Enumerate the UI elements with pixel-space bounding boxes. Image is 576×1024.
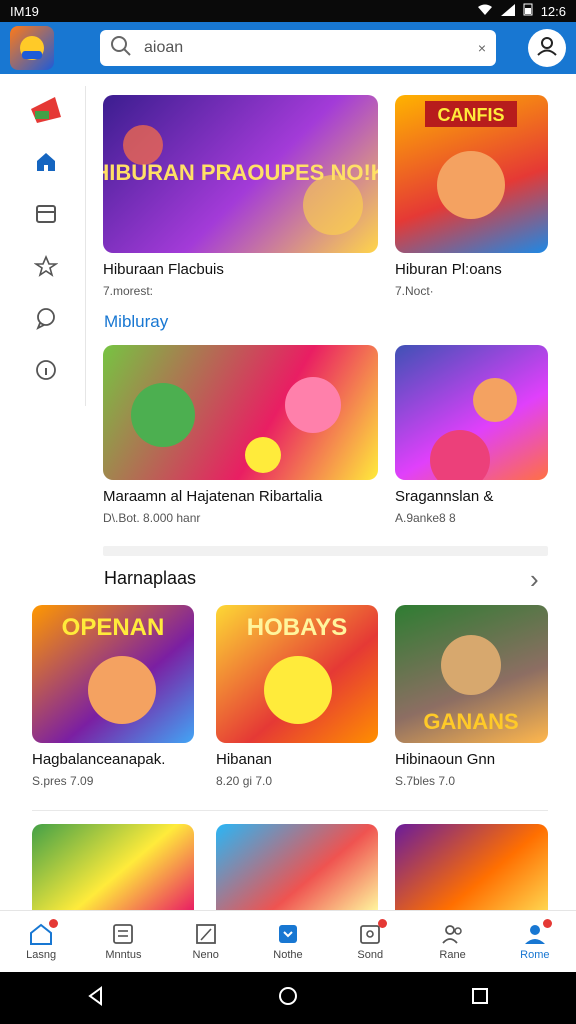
game-card[interactable] (32, 824, 194, 910)
tab-sond[interactable]: Sond (329, 911, 411, 972)
game-title: Hiburan Pl:oans (395, 261, 502, 278)
edit-icon (193, 922, 219, 949)
battery-icon (523, 3, 533, 19)
tab-label: Nothe (273, 949, 303, 961)
tab-label: Sond (357, 949, 384, 961)
tab-label: Mnntus (105, 949, 142, 961)
game-thumbnail: HOBAYS (216, 605, 378, 743)
status-time-right: 12:6 (540, 3, 566, 19)
game-title: Hibinaoun Gnn (395, 751, 496, 768)
info-icon (34, 358, 58, 387)
tab-label: Lasng (26, 949, 57, 961)
game-subtitle: S.pres 7.09 (32, 774, 94, 788)
sidebar (6, 86, 86, 406)
game-card[interactable] (216, 824, 378, 910)
game-card[interactable]: HIBURAN PRAOUPES NO!K Hiburaan Flacbuis … (103, 95, 378, 298)
profile-button[interactable] (528, 29, 566, 67)
search-input[interactable]: aioan (144, 39, 183, 57)
game-thumbnail (216, 824, 378, 910)
game-title: Sragannslan & (395, 488, 494, 505)
game-card[interactable] (395, 824, 548, 910)
game-subtitle: S.7bles 7.0 (395, 774, 456, 788)
thumbnail-art-text: CANFIS (438, 105, 505, 125)
notification-badge (49, 919, 59, 928)
system-nav-bar (0, 972, 576, 1024)
clear-icon[interactable]: × (478, 40, 486, 56)
game-subtitle: A.9anke8 8 (395, 511, 456, 525)
tab-label: Rane (439, 949, 466, 961)
sidebar-item-chat[interactable] (6, 294, 86, 346)
game-thumbnail: CANFIS (395, 95, 548, 253)
thumbnail-art-text: HIBURAN PRAOUPES NO!K (103, 160, 378, 185)
app-logo[interactable] (10, 26, 54, 70)
tab-mnntus[interactable]: Mnntus (82, 911, 164, 972)
game-thumbnail: OPENAN (32, 605, 194, 743)
sidebar-item-info[interactable] (6, 346, 86, 398)
home-icon (34, 150, 58, 179)
game-title: Hiburaan Flacbuis (103, 261, 224, 278)
notification-badge (542, 919, 552, 928)
game-subtitle: D\.Bot. 8.000 hanr (103, 511, 201, 525)
back-icon[interactable] (85, 985, 107, 1012)
thumbnail-art-text: OPENAN (62, 614, 165, 641)
wifi-icon (477, 4, 493, 19)
game-title: Hagbalanceanapak. (32, 751, 166, 768)
game-card[interactable]: GANANS Hibinaoun Gnn S.7bles 7.0 (395, 605, 548, 788)
game-subtitle: 7.morest: (103, 284, 154, 298)
star-icon (33, 254, 59, 283)
tab-neno[interactable]: Neno (165, 911, 247, 972)
recents-icon[interactable] (469, 985, 491, 1012)
notification-badge (378, 919, 388, 928)
chat-icon (34, 306, 58, 335)
game-thumbnail: GANANS (395, 605, 548, 743)
game-title: Hibanan (216, 751, 272, 768)
profile-icon (534, 33, 560, 64)
sidebar-item-cards[interactable] (6, 190, 86, 242)
game-thumbnail (395, 345, 548, 480)
game-subtitle: 7.Noct· (395, 284, 434, 298)
thumbnail-art-text: GANANS (423, 709, 518, 734)
tab-nothe[interactable]: Nothe (247, 911, 329, 972)
tab-label: Neno (192, 949, 219, 961)
chevron-right-icon[interactable]: › (530, 564, 539, 595)
tab-lasng[interactable]: Lasng (0, 911, 82, 972)
game-card[interactable]: HOBAYS Hibanan 8.20 gi 7.0 (216, 605, 378, 788)
app-bar: aioan × (0, 22, 576, 74)
sidebar-item-brand[interactable] (6, 86, 86, 138)
sidebar-item-home[interactable] (6, 138, 86, 190)
game-card[interactable]: CANFIS Hiburan Pl:oans 7.Noct· (395, 95, 548, 298)
card-icon (34, 202, 58, 231)
game-subtitle: 8.20 gi 7.0 (216, 774, 273, 788)
section-divider (103, 546, 548, 556)
bookmark-icon (275, 922, 301, 949)
status-time-left: IM19 (10, 3, 39, 19)
row-divider (32, 810, 548, 811)
signal-icon (500, 3, 515, 19)
game-card[interactable]: OPENAN Hagbalanceanapak. S.pres 7.09 (32, 605, 194, 788)
search-icon (110, 35, 132, 62)
game-thumbnail: HIBURAN PRAOUPES NO!K (103, 95, 378, 253)
game-title: Maraamn al Hajatenan Ribartalia (103, 488, 323, 505)
game-card[interactable]: Maraamn al Hajatenan Ribartalia D\.Bot. … (103, 345, 378, 525)
status-bar: IM19 12:6 (0, 0, 576, 22)
people-icon (440, 922, 466, 949)
tab-rane[interactable]: Rane (411, 911, 493, 972)
sidebar-item-favorites[interactable] (6, 242, 86, 294)
bottom-tab-bar: Lasng Mnntus Neno Nothe Sond Rane Rome (0, 910, 576, 972)
section-title: Mibluray (104, 312, 169, 331)
tab-rome[interactable]: Rome (494, 911, 576, 972)
section-title: Harnaplaas (104, 568, 197, 588)
home-button-icon[interactable] (277, 985, 299, 1012)
thumbnail-art-text: HOBAYS (247, 614, 347, 641)
list-icon (110, 922, 136, 949)
tab-label: Rome (520, 949, 550, 961)
game-thumbnail (103, 345, 378, 480)
game-thumbnail (32, 824, 194, 910)
search-bar[interactable]: aioan × (100, 30, 496, 66)
game-thumbnail (395, 824, 548, 910)
game-card[interactable]: Sragannslan & A.9anke8 8 (395, 345, 548, 525)
brand-icon (29, 95, 63, 130)
